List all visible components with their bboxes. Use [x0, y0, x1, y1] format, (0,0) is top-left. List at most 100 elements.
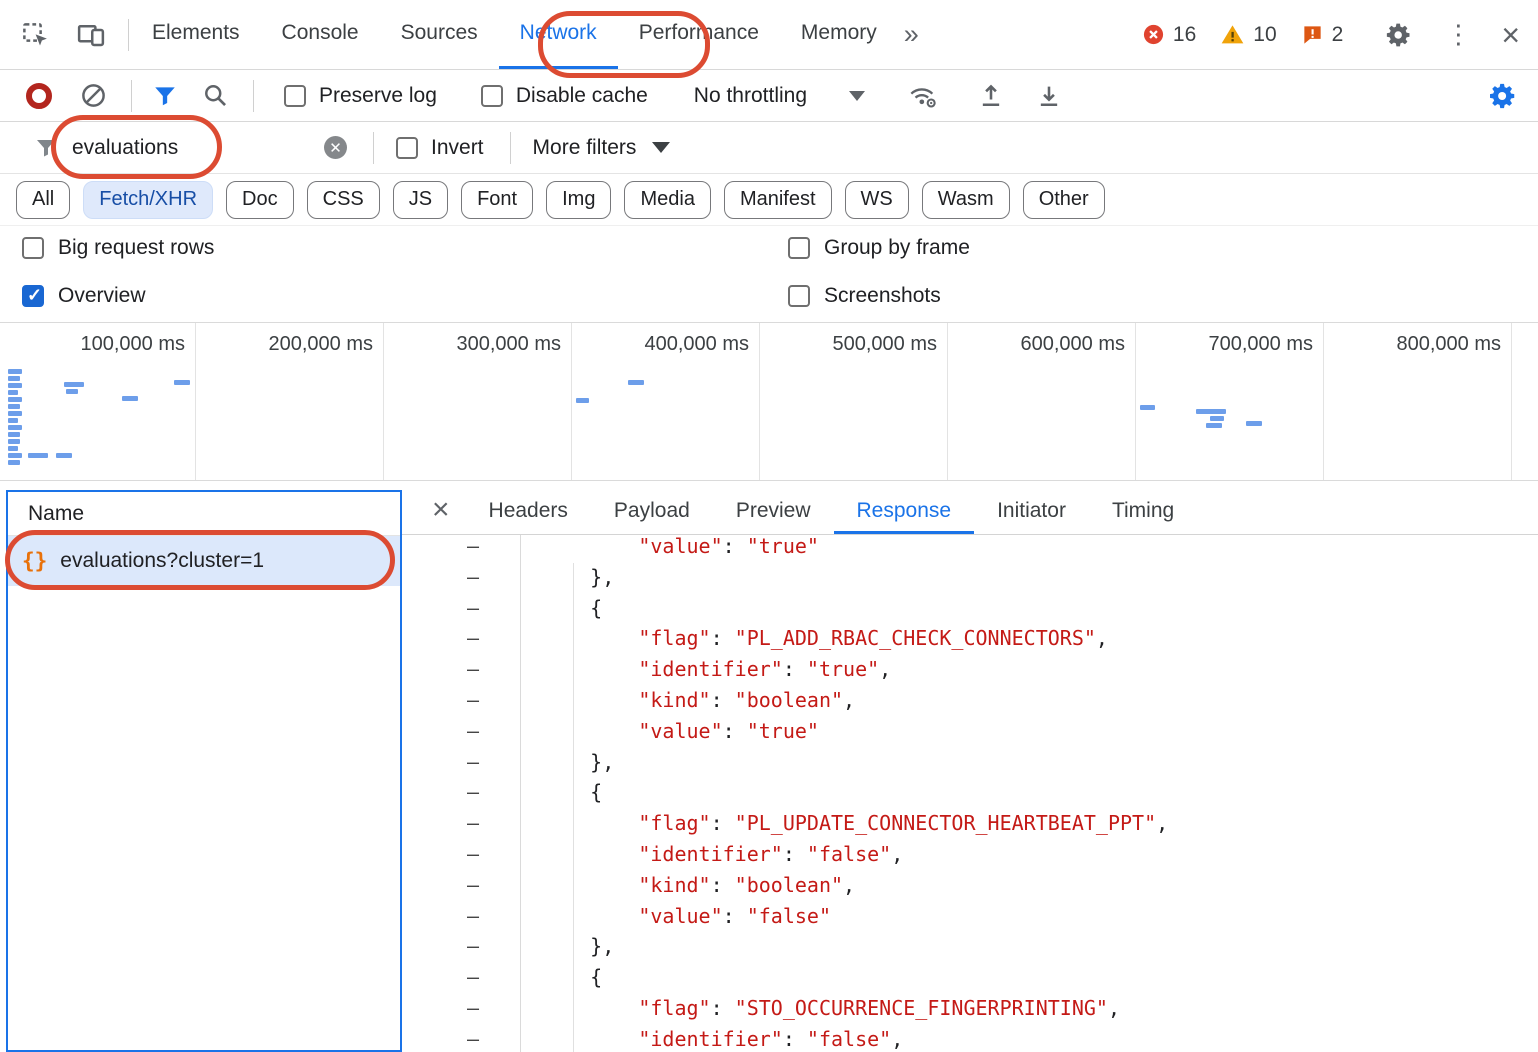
- timeline-request-bar[interactable]: [8, 390, 18, 395]
- tab-network[interactable]: Network: [499, 0, 618, 69]
- checkbox[interactable]: [22, 237, 44, 259]
- timeline-request-bar[interactable]: [28, 453, 48, 458]
- close-request-icon[interactable]: ×: [432, 495, 450, 525]
- timeline-request-bar[interactable]: [1196, 409, 1226, 414]
- chip-font[interactable]: Font: [461, 181, 533, 219]
- issues-icon[interactable]: [1301, 23, 1324, 46]
- fold-marker[interactable]: –: [402, 808, 520, 839]
- timeline-request-bar[interactable]: [8, 425, 22, 430]
- fold-marker[interactable]: –: [402, 716, 520, 747]
- more-filters-arrow-icon[interactable]: [652, 142, 670, 153]
- timeline-request-bar[interactable]: [8, 453, 22, 458]
- chip-wasm[interactable]: Wasm: [922, 181, 1010, 219]
- timeline-request-bar[interactable]: [576, 398, 589, 403]
- tab-elements[interactable]: Elements: [131, 0, 261, 69]
- fold-marker[interactable]: –: [402, 685, 520, 716]
- chip-other[interactable]: Other: [1023, 181, 1105, 219]
- timeline-request-bar[interactable]: [8, 397, 22, 402]
- screenshots-checkbox[interactable]: Screenshots: [788, 284, 941, 308]
- timeline-request-bar[interactable]: [8, 460, 20, 465]
- network-settings-gear-icon[interactable]: [1488, 81, 1518, 111]
- timeline-request-bar[interactable]: [122, 396, 138, 401]
- record-icon[interactable]: [26, 83, 52, 109]
- timeline-request-bar[interactable]: [174, 380, 190, 385]
- checkbox[interactable]: [396, 137, 418, 159]
- request-row[interactable]: {}evaluations?cluster=1: [8, 536, 400, 586]
- device-toolbar-icon[interactable]: [76, 20, 106, 50]
- timeline-request-bar[interactable]: [8, 432, 20, 437]
- response-viewer[interactable]: ––––––––––––––––– "value": "true" }, { "…: [402, 535, 1538, 1052]
- throttling-dropdown-arrow[interactable]: [849, 91, 865, 101]
- checkbox-checked[interactable]: [22, 285, 44, 307]
- fold-marker[interactable]: –: [402, 623, 520, 654]
- checkbox[interactable]: [481, 85, 503, 107]
- clear-filter-icon[interactable]: ✕: [324, 136, 347, 159]
- fold-marker[interactable]: –: [402, 1024, 520, 1052]
- checkbox[interactable]: [788, 237, 810, 259]
- tab-performance[interactable]: Performance: [618, 0, 780, 69]
- chip-img[interactable]: Img: [546, 181, 611, 219]
- import-har-icon[interactable]: [977, 82, 1005, 110]
- name-column-header[interactable]: Name: [8, 492, 400, 536]
- chip-css[interactable]: CSS: [307, 181, 380, 219]
- timeline-request-bar[interactable]: [628, 380, 644, 385]
- timeline-overview[interactable]: 100,000 ms200,000 ms300,000 ms400,000 ms…: [0, 322, 1538, 481]
- timeline-request-bar[interactable]: [1206, 423, 1222, 428]
- throttling-select[interactable]: No throttling: [694, 84, 807, 108]
- disable-cache-checkbox[interactable]: Disable cache: [481, 84, 648, 108]
- clear-network-log-icon[interactable]: [80, 82, 107, 109]
- fold-marker[interactable]: –: [402, 777, 520, 808]
- fold-marker[interactable]: –: [402, 654, 520, 685]
- checkbox[interactable]: [284, 85, 306, 107]
- fold-marker[interactable]: –: [402, 962, 520, 993]
- fold-marker[interactable]: –: [402, 993, 520, 1024]
- timeline-request-bar[interactable]: [8, 383, 22, 388]
- timeline-request-bar[interactable]: [56, 453, 72, 458]
- fold-marker[interactable]: –: [402, 593, 520, 624]
- chip-manifest[interactable]: Manifest: [724, 181, 832, 219]
- error-icon[interactable]: [1142, 23, 1165, 46]
- checkbox[interactable]: [788, 285, 810, 307]
- fold-marker[interactable]: –: [402, 901, 520, 932]
- filter-icon[interactable]: [152, 83, 178, 109]
- timeline-request-bar[interactable]: [1140, 405, 1155, 410]
- more-filters-button[interactable]: More filters: [533, 136, 637, 160]
- fold-marker[interactable]: –: [402, 839, 520, 870]
- timeline-request-bar[interactable]: [8, 446, 18, 451]
- preserve-log-checkbox[interactable]: Preserve log: [284, 84, 437, 108]
- fold-marker[interactable]: –: [402, 747, 520, 778]
- timeline-request-bar[interactable]: [1210, 416, 1224, 421]
- tab-preview[interactable]: Preview: [713, 490, 834, 534]
- settings-gear-icon[interactable]: [1385, 21, 1413, 49]
- export-har-icon[interactable]: [1035, 82, 1063, 110]
- chip-js[interactable]: JS: [393, 181, 448, 219]
- tab-console[interactable]: Console: [261, 0, 380, 69]
- fold-marker[interactable]: –: [402, 562, 520, 593]
- chip-all[interactable]: All: [16, 181, 70, 219]
- chip-ws[interactable]: WS: [845, 181, 909, 219]
- more-tabs-icon[interactable]: »: [904, 19, 919, 50]
- invert-checkbox[interactable]: Invert: [396, 136, 484, 160]
- chip-fetch-xhr[interactable]: Fetch/XHR: [83, 181, 213, 219]
- timeline-request-bar[interactable]: [8, 404, 20, 409]
- tab-timing[interactable]: Timing: [1089, 490, 1197, 534]
- tab-headers[interactable]: Headers: [466, 490, 591, 534]
- tab-memory[interactable]: Memory: [780, 0, 898, 69]
- timeline-request-bar[interactable]: [64, 382, 84, 387]
- fold-marker[interactable]: –: [402, 870, 520, 901]
- group-by-frame-checkbox[interactable]: Group by frame: [788, 236, 970, 260]
- big-request-rows-checkbox[interactable]: Big request rows: [22, 236, 214, 260]
- overview-checkbox[interactable]: Overview: [22, 284, 146, 308]
- network-conditions-icon[interactable]: [907, 82, 939, 110]
- inspect-element-icon[interactable]: [20, 20, 50, 50]
- timeline-request-bar[interactable]: [8, 411, 22, 416]
- timeline-request-bar[interactable]: [1246, 421, 1262, 426]
- tab-initiator[interactable]: Initiator: [974, 490, 1089, 534]
- tab-payload[interactable]: Payload: [591, 490, 713, 534]
- search-icon[interactable]: [202, 82, 229, 109]
- warning-icon[interactable]: [1220, 22, 1245, 47]
- fold-marker[interactable]: –: [402, 535, 520, 562]
- timeline-request-bar[interactable]: [8, 376, 20, 381]
- timeline-request-bar[interactable]: [8, 418, 18, 423]
- timeline-request-bar[interactable]: [8, 369, 22, 374]
